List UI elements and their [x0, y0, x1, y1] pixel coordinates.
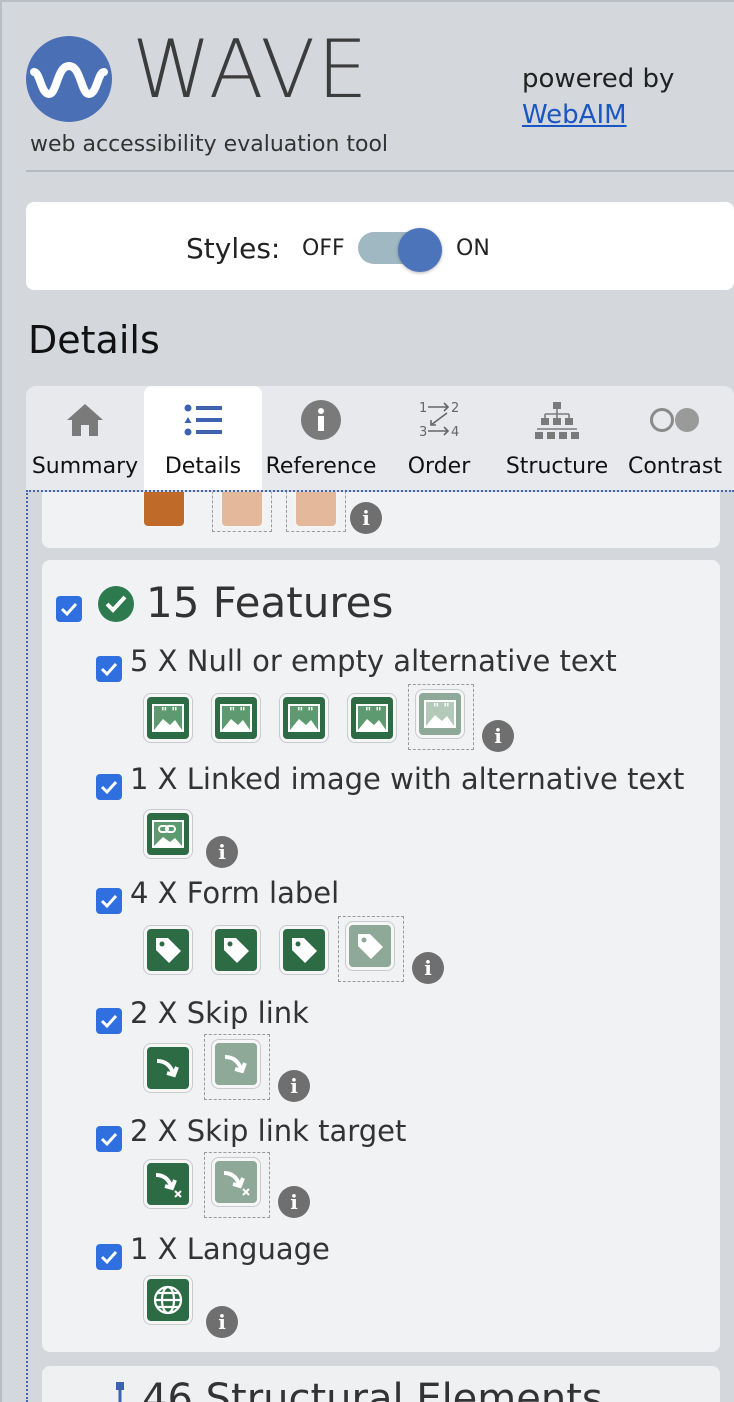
svg-text:2: 2: [451, 401, 459, 416]
null-alt-icon[interactable]: " ": [348, 694, 396, 742]
info-icon[interactable]: i: [412, 952, 444, 984]
svg-text:" ": " ": [229, 705, 246, 719]
item-checkbox[interactable]: [96, 1126, 122, 1152]
svg-text:" ": " ": [365, 705, 382, 719]
wave-logo: [26, 36, 112, 122]
styles-toggle-knob[interactable]: [398, 228, 442, 272]
info-icon: [262, 400, 380, 440]
tab-reference[interactable]: Reference: [262, 386, 380, 490]
svg-text:" ": " ": [433, 701, 450, 715]
structure-icon: [108, 1380, 132, 1402]
svg-text:4: 4: [451, 425, 459, 440]
app-title: WAVE: [132, 23, 370, 116]
alert-icon-hidden[interactable]: [220, 492, 264, 528]
skip-link-icon[interactable]: [144, 1044, 192, 1092]
check-circle-icon: [98, 586, 134, 626]
tab-order-label: Order: [407, 454, 471, 479]
item-checkbox[interactable]: [96, 774, 122, 800]
alert-icon-hidden[interactable]: [294, 492, 338, 528]
linked-image-icon[interactable]: [144, 810, 192, 858]
item-label: 4 X Form label: [130, 876, 340, 910]
info-icon[interactable]: i: [206, 1306, 238, 1338]
tab-structure-label: Structure: [505, 454, 609, 479]
tab-order[interactable]: 1 2 3 4 Order: [380, 386, 498, 490]
tab-reference-label: Reference: [265, 454, 377, 479]
null-alt-icon[interactable]: " ": [144, 694, 192, 742]
skip-link-icon-hidden[interactable]: [212, 1040, 260, 1088]
app-subtitle: web accessibility evaluation tool: [30, 132, 389, 157]
item-label: 2 X Skip link target: [130, 1114, 407, 1148]
header-divider: [26, 170, 734, 172]
powered-by-label: powered by: [522, 64, 675, 94]
item-checkbox[interactable]: [96, 888, 122, 914]
panel-tabs: Summary Details Reference 1 2 3 4 Order Str…: [26, 386, 734, 490]
form-label-icon[interactable]: [212, 926, 260, 974]
top-border: [0, 0, 734, 2]
styles-off-label: OFF: [302, 236, 345, 261]
styles-label: Styles:: [186, 232, 281, 265]
alerts-section-tail: i: [42, 492, 720, 548]
svg-text:1: 1: [419, 401, 427, 416]
structural-title: 46 Structural Elements: [142, 1376, 603, 1402]
order-icon: 1 2 3 4: [380, 400, 498, 440]
null-alt-icon[interactable]: " ": [212, 694, 260, 742]
webaim-link[interactable]: WebAIM: [522, 100, 627, 130]
skip-target-icon[interactable]: [144, 1160, 192, 1208]
null-alt-icon[interactable]: " ": [280, 694, 328, 742]
tab-summary-label: Summary: [31, 454, 139, 479]
svg-text:" ": " ": [161, 705, 178, 719]
svg-text:3: 3: [419, 425, 427, 440]
info-icon[interactable]: i: [350, 502, 382, 534]
svg-text:" ": " ": [297, 705, 314, 719]
tab-structure[interactable]: Structure: [498, 386, 616, 490]
item-checkbox[interactable]: [96, 656, 122, 682]
tab-details[interactable]: Details: [144, 386, 262, 490]
item-label: 1 X Language: [130, 1232, 330, 1266]
features-title: 15 Features: [146, 578, 394, 627]
item-label: 2 X Skip link: [130, 996, 309, 1030]
home-icon: [26, 400, 144, 440]
form-label-icon[interactable]: [144, 926, 192, 974]
section-heading: Details: [28, 318, 160, 362]
form-label-icon[interactable]: [280, 926, 328, 974]
features-checkbox[interactable]: [56, 596, 82, 622]
item-checkbox[interactable]: [96, 1244, 122, 1270]
contrast-icon: [616, 400, 734, 440]
item-label: 5 X Null or empty alternative text: [130, 644, 617, 678]
alert-icon[interactable]: [142, 492, 186, 528]
tab-summary[interactable]: Summary: [26, 386, 144, 490]
tab-details-label: Details: [164, 454, 242, 479]
left-border: [0, 0, 2, 1402]
structure-icon: [498, 400, 616, 440]
tab-contrast[interactable]: Contrast: [616, 386, 734, 490]
info-icon[interactable]: i: [206, 836, 238, 868]
skip-target-icon-hidden[interactable]: [212, 1158, 260, 1206]
styles-toggle-card: Styles: OFF ON: [26, 202, 734, 290]
features-section: 15 Features 5 X Null or empty alternativ…: [42, 560, 720, 1352]
structural-elements-section: 46 Structural Elements: [42, 1366, 720, 1402]
details-panel: i 15 Features 5 X Null or empty alternat…: [26, 490, 734, 1402]
info-icon[interactable]: i: [278, 1186, 310, 1218]
null-alt-icon-hidden[interactable]: " ": [416, 690, 464, 738]
info-icon[interactable]: i: [278, 1070, 310, 1102]
item-checkbox[interactable]: [96, 1008, 122, 1034]
form-label-icon-hidden[interactable]: [346, 922, 394, 970]
item-label: 1 X Linked image with alternative text: [130, 762, 685, 796]
styles-on-label: ON: [456, 236, 490, 261]
info-icon[interactable]: i: [482, 720, 514, 752]
list-icon: [144, 400, 262, 440]
language-icon[interactable]: [144, 1276, 192, 1324]
tab-contrast-label: Contrast: [627, 454, 722, 479]
